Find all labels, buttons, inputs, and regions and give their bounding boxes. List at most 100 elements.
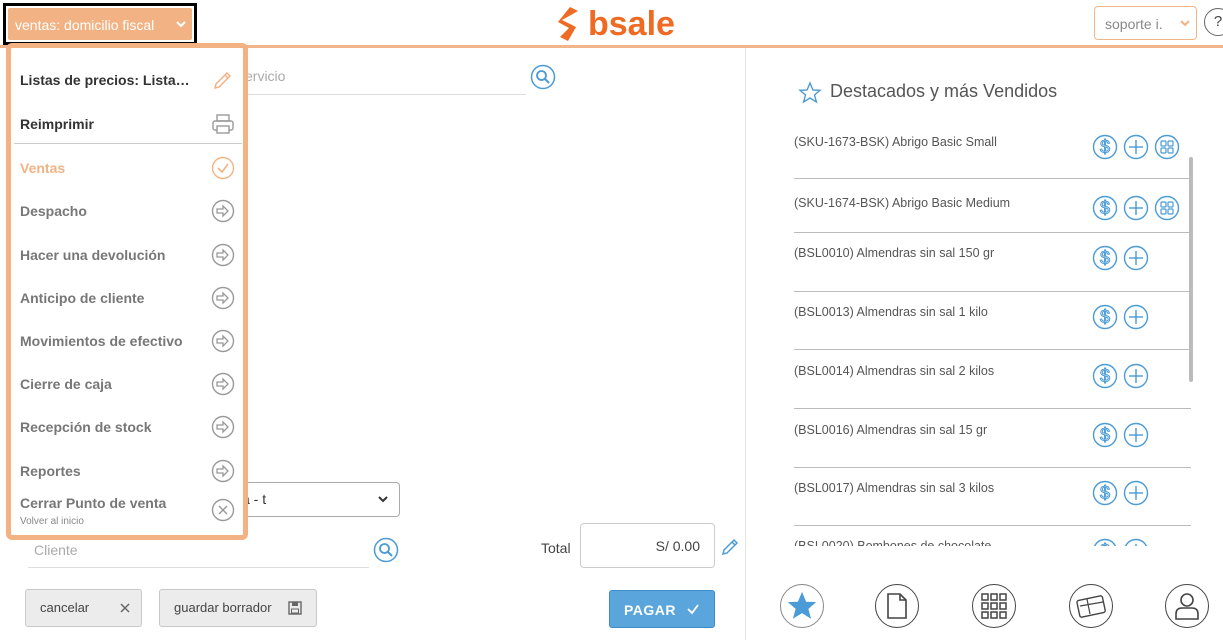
client-search-button[interactable]	[373, 537, 399, 563]
arrow-circle-icon	[211, 243, 235, 267]
svg-text:$: $	[1100, 366, 1110, 386]
dollar-icon[interactable]: $	[1092, 363, 1118, 389]
product-name: (BSL0017) Almendras sin sal 3 kilos	[794, 481, 995, 495]
nav-user-button[interactable]	[1165, 584, 1209, 628]
featured-title: Destacados y más Vendidos	[830, 81, 1058, 101]
menu-item-anticipo-de-cliente[interactable]: Anticipo de cliente	[20, 280, 235, 316]
navigation-menu: Listas de precios: Lista… Reimprimir Venta…	[6, 43, 248, 540]
menu-item-reportes[interactable]: Reportes	[20, 453, 235, 489]
nav-catalog-button[interactable]	[972, 584, 1016, 628]
menu-item-label: Anticipo de cliente	[20, 290, 145, 306]
context-selector[interactable]: ventas: domicilio fiscal	[3, 3, 197, 45]
edit-total-button[interactable]	[720, 537, 740, 557]
close-circle-icon	[211, 498, 235, 522]
svg-text:$: $	[1100, 425, 1110, 445]
dollar-icon[interactable]: $	[1092, 480, 1118, 506]
menu-item-hacer-una-devolución[interactable]: Hacer una devolución	[20, 237, 235, 273]
menu-item-recepción-de-stock[interactable]: Recepción de stock	[20, 409, 235, 445]
pencil-icon	[721, 538, 739, 556]
arrow-circle-icon	[211, 415, 235, 439]
plus-icon[interactable]	[1123, 134, 1149, 160]
dollar-icon[interactable]: $	[1092, 134, 1118, 160]
plus-icon[interactable]	[1123, 480, 1149, 506]
product-row[interactable]: (BSL0013) Almendras sin sal 1 kilo $	[794, 292, 1191, 350]
menu-item-label: Reimprimir	[20, 116, 94, 132]
product-search-input[interactable]: ervicio	[245, 68, 285, 84]
menu-item-cierre-de-caja[interactable]: Cierre de caja	[20, 366, 235, 402]
menu-item-despacho[interactable]: Despacho	[20, 193, 235, 229]
menu-item-cerrar-punto-de-venta[interactable]: Cerrar Punto de venta Volver al inicio	[20, 492, 235, 528]
star-outline-icon	[798, 81, 822, 105]
chevron-down-icon	[1179, 18, 1191, 28]
menu-item-reimprimir[interactable]: Reimprimir	[20, 106, 234, 142]
product-row[interactable]: (SKU-1673-BSK) Abrigo Basic Small $	[794, 120, 1191, 179]
plus-icon[interactable]	[1123, 195, 1149, 221]
svg-text:$: $	[1100, 483, 1110, 503]
dollar-icon[interactable]: $	[1092, 304, 1118, 330]
printer-icon	[212, 114, 234, 134]
pencil-icon	[213, 71, 232, 90]
menu-item-movimientos-de-efectivo[interactable]: Movimientos de efectivo	[20, 323, 235, 359]
menu-item-label: Hacer una devolución	[20, 247, 166, 263]
plus-icon[interactable]	[1123, 363, 1149, 389]
nav-documents-button[interactable]	[875, 584, 919, 628]
menu-divider	[14, 143, 242, 144]
plus-icon[interactable]	[1123, 538, 1149, 546]
pay-button-label: PAGAR	[624, 602, 677, 618]
product-row[interactable]: (BSL0020) Bombones de chocolate $	[794, 526, 1191, 546]
menu-item-listas-de-precios-lista[interactable]: Listas de precios: Lista…	[20, 62, 232, 98]
search-underline	[240, 94, 526, 95]
menu-item-label: Ventas	[20, 160, 66, 176]
user-icon	[1175, 593, 1199, 620]
search-icon	[373, 537, 399, 563]
document-icon	[887, 593, 907, 619]
document-type-select[interactable]: a - t	[240, 482, 400, 517]
product-row[interactable]: (SKU-1674-BSK) Abrigo Basic Medium $	[794, 179, 1191, 233]
plus-icon[interactable]	[1123, 422, 1149, 448]
svg-text:$: $	[1100, 307, 1110, 327]
featured-product-list: (SKU-1673-BSK) Abrigo Basic Small $ (SKU-1…	[794, 120, 1194, 546]
search-button[interactable]	[530, 64, 556, 90]
plus-icon[interactable]	[1123, 304, 1149, 330]
context-selector-label: ventas: domicilio fiscal	[15, 17, 155, 33]
dollar-icon[interactable]: $	[1092, 538, 1118, 546]
svg-text:$: $	[1100, 541, 1110, 546]
arrow-circle-icon	[211, 459, 235, 483]
product-row[interactable]: (BSL0014) Almendras sin sal 2 kilos $	[794, 350, 1191, 409]
help-button[interactable]: ?	[1204, 8, 1223, 36]
save-draft-button[interactable]: guardar borrador	[159, 589, 317, 627]
product-name: (SKU-1674-BSK) Abrigo Basic Medium	[794, 196, 1011, 210]
product-row[interactable]: (BSL0010) Almendras sin sal 150 gr $	[794, 233, 1191, 292]
pay-button[interactable]: PAGAR	[609, 590, 715, 628]
menu-item-label: Reportes	[20, 463, 81, 479]
variants-icon[interactable]	[1154, 195, 1180, 221]
menu-item-sublabel: Volver al inicio	[20, 516, 84, 527]
plus-icon[interactable]	[1123, 245, 1149, 271]
scrollbar[interactable]	[1189, 157, 1193, 382]
product-name: (BSL0016) Almendras sin sal 15 gr	[794, 423, 988, 437]
support-selector[interactable]: soporte i.	[1094, 6, 1197, 40]
save-draft-label: guardar borrador	[174, 600, 272, 615]
cancel-button[interactable]: cancelar	[25, 589, 142, 627]
menu-item-label: Cerrar Punto de venta	[20, 495, 167, 511]
product-row[interactable]: (BSL0016) Almendras sin sal 15 gr $	[794, 409, 1191, 468]
nav-featured-button[interactable]	[780, 584, 824, 628]
variants-icon[interactable]	[1154, 134, 1180, 160]
check-circle-icon	[211, 156, 235, 180]
top-header: ventas: domicilio fiscal bsale soporte i…	[0, 0, 1223, 48]
dollar-icon[interactable]: $	[1092, 245, 1118, 271]
menu-item-label: Despacho	[20, 203, 87, 219]
check-icon	[686, 602, 700, 616]
svg-text:$: $	[1100, 198, 1110, 218]
client-search-input[interactable]: Cliente	[34, 542, 78, 558]
arrow-circle-icon	[211, 329, 235, 353]
menu-item-ventas[interactable]: Ventas	[20, 150, 235, 186]
floppy-disk-icon	[288, 601, 302, 615]
arrow-circle-icon	[211, 372, 235, 396]
menu-item-label: Cierre de caja	[20, 376, 112, 392]
gift-card-icon	[1076, 595, 1106, 618]
product-row[interactable]: (BSL0017) Almendras sin sal 3 kilos $	[794, 468, 1191, 526]
dollar-icon[interactable]: $	[1092, 422, 1118, 448]
nav-gift-card-button[interactable]	[1069, 584, 1113, 628]
dollar-icon[interactable]: $	[1092, 195, 1118, 221]
